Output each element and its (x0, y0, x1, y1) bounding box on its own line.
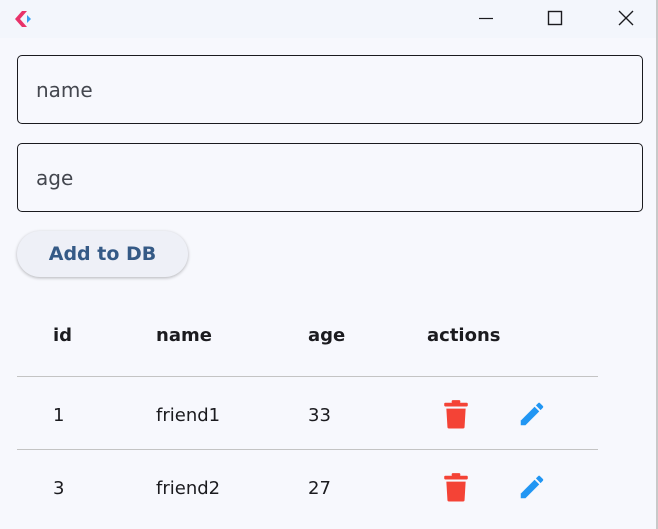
cell-age: 33 (308, 405, 331, 426)
edit-button[interactable] (517, 472, 547, 502)
minimize-button[interactable] (463, 0, 509, 36)
add-to-db-button[interactable]: Add to DB (17, 231, 188, 277)
title-bar[interactable] (0, 0, 656, 38)
name-input[interactable] (17, 55, 643, 124)
pencil-icon (520, 475, 544, 499)
delete-button[interactable] (441, 472, 471, 502)
close-button[interactable] (603, 0, 649, 36)
close-icon (618, 10, 634, 26)
edit-button[interactable] (517, 399, 547, 429)
cell-age: 27 (308, 478, 331, 499)
cell-name: friend1 (156, 405, 221, 426)
table-row: 1 friend1 33 (17, 377, 598, 450)
delete-button[interactable] (441, 399, 471, 429)
cell-id: 1 (53, 405, 65, 426)
table-header-row: id name age actions (17, 300, 598, 377)
age-input[interactable] (17, 143, 643, 212)
table-row: 3 friend2 27 (17, 450, 598, 522)
minimize-icon (479, 17, 493, 20)
maximize-button[interactable] (532, 0, 578, 36)
header-age: age (308, 325, 346, 346)
header-name: name (156, 325, 212, 346)
friends-table: id name age actions 1 friend1 33 3 frien… (17, 300, 598, 522)
header-id: id (53, 325, 73, 346)
cell-name: friend2 (156, 478, 221, 499)
trash-icon (444, 400, 468, 429)
header-actions: actions (427, 325, 501, 346)
maximize-icon (547, 10, 563, 26)
pencil-icon (520, 402, 544, 426)
app-icon (15, 11, 31, 27)
app-window: Add to DB id name age actions 1 friend1 … (0, 0, 658, 529)
cell-id: 3 (53, 478, 65, 499)
trash-icon (444, 473, 468, 502)
